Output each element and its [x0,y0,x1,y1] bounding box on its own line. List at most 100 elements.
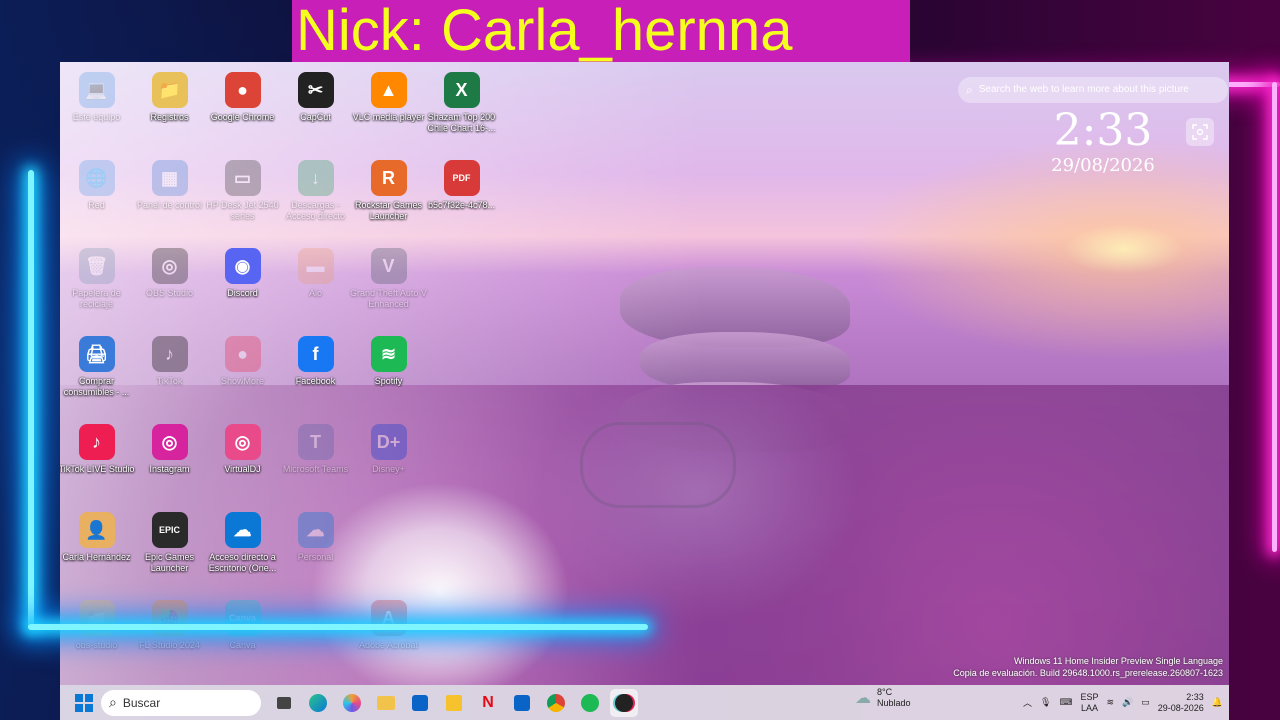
desktop-icon[interactable]: 🌐 Red [60,154,133,238]
desktop-icon-label: Instagram [149,464,190,474]
search-placeholder: Buscar [122,695,161,710]
desktop-icon[interactable]: 👤 Carla Hernández [60,506,133,590]
taskbar-search[interactable]: ⌕ Buscar [101,689,261,716]
cloud-icon: ☁ [855,689,871,707]
desktop-icon-label: obs-studio [75,640,118,650]
desktop-icon[interactable]: ● ShowMore [206,330,279,414]
desktop-icon[interactable]: f Facebook [279,330,352,414]
spotify-icon[interactable] [576,689,604,717]
tiktok-live-icon[interactable] [610,688,638,717]
desktop-icon[interactable]: ▭ HP Desk Jet 2540 series [206,154,279,238]
desktop-icon[interactable]: PDF b5c7f32e-4c78... [425,154,498,238]
desktop-icon[interactable]: 🍓 FL Studio 2024 [133,594,206,678]
desktop-icon[interactable]: ▲ VLC media player [352,66,425,150]
file-explorer-icon[interactable] [372,689,400,717]
desktop-icon[interactable]: ◉ Discord [206,242,279,326]
app-icon: T [297,424,334,460]
volume-icon[interactable]: 🔊 [1122,697,1133,708]
desktop-icon[interactable]: 🖨 Comprar consumibles - ... [60,330,133,414]
chevron-up-icon[interactable]: ︿ [1023,696,1032,709]
desktop-icon[interactable]: ✂ CapCut [279,66,352,150]
task-view-icon[interactable] [270,689,298,717]
desktop-icon[interactable]: ◎ OBS Studio [133,242,206,326]
app-icon: ◎ [151,424,188,460]
desktop-icon[interactable]: T Microsoft Teams [279,418,352,502]
desktop-icon[interactable]: ↓ Descargas - Acceso directo [279,154,352,238]
clock-date: 29/08/2026 [1051,155,1155,176]
battery-icon[interactable]: ▭ [1141,697,1150,708]
desktop-icon-label: Carla Hernández [62,552,131,562]
language-indicator[interactable]: ESP LAA [1080,692,1098,714]
netflix-icon[interactable]: N [474,689,502,717]
app-icon: ◎ [224,424,261,460]
app-icon: ◉ [224,248,261,284]
desktop-icon[interactable]: 💻 Este equipo [60,66,133,150]
desktop-icon[interactable]: EPIC Epic Games Launcher [133,506,206,590]
spotlight-lens-pill[interactable]: ⌕ Search the web to learn more about thi… [958,77,1228,103]
desktop-icon-label: OBS Studio [145,288,194,298]
lens-text: Search the web to learn more about this … [978,84,1189,95]
desktop-icon-label: CapCut [300,112,331,122]
desktop-icon[interactable]: 📁 Registros [133,66,206,150]
microphone-icon[interactable]: 🎙 [1040,697,1051,708]
desktop-icon-label: TikTok LIVE Studio [60,464,135,474]
copilot-icon[interactable] [338,689,366,717]
weather-desc: Nublado [877,698,911,708]
app-icon: X [443,72,480,108]
lock-clock: 2:33 29/08/2026 [1028,106,1178,176]
desktop-icon[interactable]: ☁ Personal [279,506,352,590]
app-icon: ▦ [151,160,188,196]
desktop-icon[interactable]: ◎ Instagram [133,418,206,502]
desktop-icon-label: Red [88,200,105,210]
app-icon: ▭ [224,160,261,196]
notification-icon[interactable]: 🔔 [1212,697,1223,708]
desktop-icon[interactable]: ▦ Panel de control [133,154,206,238]
desktop-icon-label: Google Chrome [210,112,275,122]
desktop-icon-label: Canva [229,640,256,650]
desktop-icon[interactable]: ● Google Chrome [206,66,279,150]
app-icon: 📁 [78,600,115,636]
desktop-icon[interactable]: R Rockstar Games Launcher [352,154,425,238]
desktop-icon[interactable]: 🗑 Papelera de reciclaje [60,242,133,326]
app-icon: 🗑 [78,248,115,284]
desktop-icon-label: Papelera de reciclaje [72,288,121,309]
desktop[interactable]: 💻 Este equipo 📁 Registros ● Google Chrome ✂ Cap… [60,62,1229,685]
app-icon: 📁 [151,72,188,108]
watermark-line-2: Copia de evaluación. Build 29648.1000.rs… [953,668,1223,678]
desktop-icon[interactable]: X Shazam Top 200 Chile Chart 16-... [425,66,498,150]
sticky-notes-icon[interactable] [440,689,468,717]
desktop-icon[interactable]: V Grand Theft Auto V Enhanced [350,242,427,326]
app-icon: ☁ [297,512,334,548]
app-icon: ≋ [370,336,407,372]
start-button[interactable] [70,689,98,717]
keyboard-icon[interactable]: ⌨ [1059,697,1072,708]
desktop-icon[interactable]: ♪ TikTok LIVE Studio [60,418,134,502]
desktop-icon[interactable]: Canva Canva [206,594,279,678]
app-icon: ▬ [297,248,334,284]
desktop-icon[interactable]: ♪ TikTok [133,330,206,414]
weather-widget[interactable]: ☁ 8°C Nublado [855,687,911,709]
desktop-icon[interactable]: D+ Disney+ [352,418,425,502]
desktop-icon[interactable]: ☁ Acceso directo a Escritorio (One... [206,506,279,590]
watermark-line-1: Windows 11 Home Insider Preview Single L… [1014,656,1223,666]
capture-icon[interactable] [1186,118,1214,146]
edge-icon[interactable] [304,689,332,717]
outlook-icon[interactable] [508,689,536,717]
taskbar-clock[interactable]: 2:33 29-08-2026 [1158,692,1204,714]
desktop-icon[interactable]: 📁 obs-studio [60,594,133,678]
store-icon[interactable] [406,689,434,717]
desktop-icon-label: Disney+ [372,464,405,474]
desktop-icon[interactable]: ◎ VirtualDJ [206,418,279,502]
wifi-icon[interactable]: ≋ [1106,697,1114,708]
desktop-icon[interactable]: ▬ Alo [279,242,352,326]
neon-frame-cyan-horizontal [28,624,648,630]
desktop-icon[interactable]: A Adobe Acrobat [352,594,425,678]
app-icon: R [370,160,407,196]
chrome-icon[interactable] [542,689,570,717]
desktop-icon-label: HP Desk Jet 2540 series [206,200,279,221]
clock-time: 2:33 [1053,105,1153,156]
desktop-icon-label: Facebook [295,376,336,386]
app-icon: 🍓 [151,600,188,636]
app-icon: ☁ [224,512,261,548]
desktop-icon[interactable]: ≋ Spotify [352,330,425,414]
